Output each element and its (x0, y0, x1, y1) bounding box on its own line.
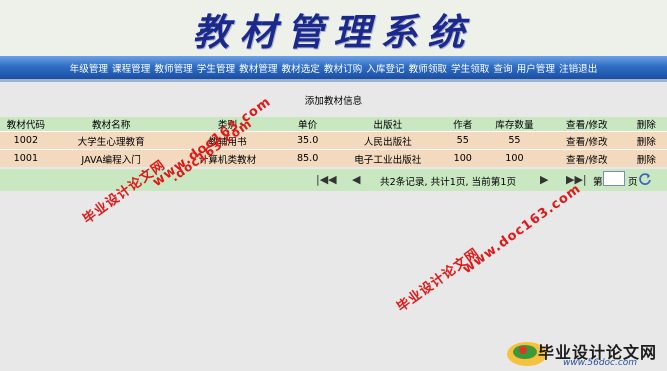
cell-name: 大学生心理教育 (51, 131, 171, 150)
nav-item-logout[interactable]: 注销退出 (557, 61, 599, 75)
header: 教材管理系统 (0, 0, 667, 56)
nav-item-student-receive[interactable]: 学生领取 (449, 61, 491, 75)
logo-url: www.56doc.com (563, 358, 638, 368)
table-row: 1002 大学生心理教育 教辅用书 35.0 人民出版社 55 55 查看/修改… (0, 131, 667, 150)
nav-item-teacher-receive[interactable]: 教师领取 (407, 61, 449, 75)
table-row: 1001 JAVA编程入门 计算机类教材 85.0 电子工业出版社 100 10… (0, 149, 667, 167)
col-name: 教材名称 (51, 117, 171, 132)
delete-link[interactable]: 删除 (625, 149, 667, 167)
col-author: 作者 (444, 117, 481, 132)
goto-prefix: 第 (593, 177, 603, 188)
nav-item-textbook[interactable]: 教材管理 (237, 61, 279, 75)
delete-link[interactable]: 删除 (625, 131, 667, 150)
textbook-table: 教材代码 教材名称 类别 单价 出版社 作者 库存数量 查看/修改 删除 100… (0, 117, 667, 167)
cell-publisher: 人民出版社 (330, 131, 445, 150)
cell-price: 85.0 (284, 149, 331, 167)
refresh-icon[interactable] (638, 172, 652, 186)
goto-page-input[interactable] (603, 171, 625, 186)
cell-code: 1002 (0, 131, 52, 150)
app-title: 教材管理系统 (192, 10, 475, 54)
col-price: 单价 (284, 117, 331, 132)
first-page-icon[interactable]: |◀◀ (316, 173, 337, 186)
col-delete: 删除 (625, 117, 667, 132)
nav-item-stock-in[interactable]: 入库登记 (364, 61, 406, 75)
goto-suffix: 页 (628, 177, 638, 188)
cell-code: 1001 (0, 149, 52, 167)
cell-publisher: 电子工业出版社 (330, 149, 445, 167)
nav-item-select[interactable]: 教材选定 (280, 61, 322, 75)
nav-item-grade[interactable]: 年级管理 (68, 61, 110, 75)
add-textbook-link[interactable]: 添加教材信息 (0, 93, 667, 107)
nav-bar: 年级管理 课程管理 教师管理 学生管理 教材管理 教材选定 教材订购 入库登记 … (0, 56, 667, 79)
pagination-info: 共2条记录, 共计1页, 当前第1页 (380, 177, 517, 188)
col-code: 教材代码 (0, 117, 52, 132)
view-edit-link[interactable]: 查看/修改 (548, 131, 626, 150)
view-edit-link[interactable]: 查看/修改 (548, 149, 626, 167)
nav-item-course[interactable]: 课程管理 (110, 61, 152, 75)
nav-item-teacher[interactable]: 教师管理 (152, 61, 194, 75)
prev-page-icon[interactable]: ◀ (352, 173, 360, 186)
cell-author: 100 (444, 149, 481, 167)
col-stock: 库存数量 (480, 117, 549, 132)
cell-stock: 55 (480, 131, 549, 150)
cell-price: 35.0 (284, 131, 331, 150)
next-page-icon[interactable]: ▶ (540, 173, 548, 186)
nav-item-query[interactable]: 查询 (491, 61, 514, 75)
col-publisher: 出版社 (330, 117, 445, 132)
col-view: 查看/修改 (548, 117, 626, 132)
nav-item-order[interactable]: 教材订购 (322, 61, 364, 75)
cell-stock: 100 (480, 149, 549, 167)
nav-item-student[interactable]: 学生管理 (195, 61, 237, 75)
cell-author: 55 (444, 131, 481, 150)
nav-item-users[interactable]: 用户管理 (515, 61, 557, 75)
table-header-row: 教材代码 教材名称 类别 单价 出版社 作者 库存数量 查看/修改 删除 (0, 117, 667, 132)
